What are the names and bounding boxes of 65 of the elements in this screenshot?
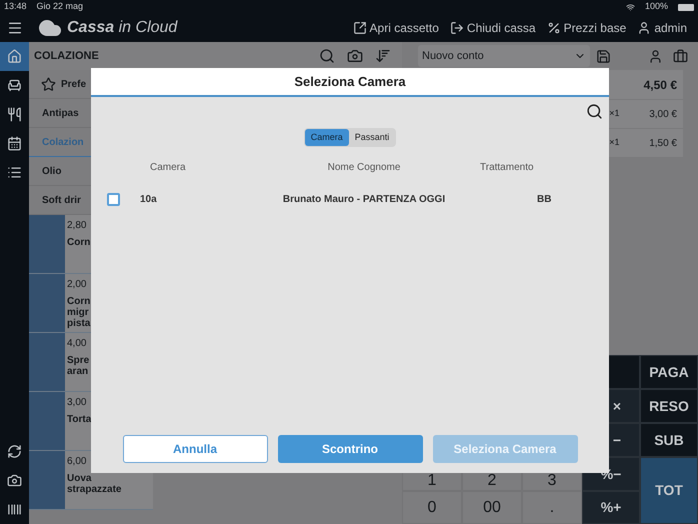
external-link-icon: [352, 21, 367, 35]
refresh-icon: [7, 444, 22, 459]
keypad-operator[interactable]: %+: [582, 491, 640, 524]
menu-icon[interactable]: [7, 20, 23, 36]
keypad-digit[interactable]: .: [522, 491, 582, 524]
percent-icon: [546, 21, 561, 35]
keypad-digit[interactable]: 00: [462, 491, 522, 524]
keypad-action[interactable]: RESO: [640, 389, 698, 423]
keypad-action[interactable]: PAGA: [640, 355, 698, 389]
table-cell-text: Brunato Mauro - PARTENZA OGGI: [282, 192, 446, 206]
header-action[interactable]: Apri cassetto: [352, 19, 439, 37]
product-price: 4,00: [67, 337, 88, 351]
table-cell-text: 10a: [139, 192, 158, 206]
brand-name: Cassa in Cloud: [67, 18, 178, 38]
search-icon[interactable]: [586, 103, 603, 120]
sort-icon[interactable]: [375, 48, 391, 64]
column-header: Trattamento: [480, 160, 534, 174]
account-select[interactable]: Nuovo conto: [418, 45, 590, 67]
line-quantity: ×1: [609, 107, 620, 120]
product-name: Corn migr pista: [67, 296, 92, 329]
header-action[interactable]: Chiudi cassa: [450, 19, 536, 37]
line-amount: 1,50 €: [649, 136, 677, 150]
keypad-action[interactable]: TOT: [640, 457, 698, 524]
line-amount: 3,00 €: [649, 108, 677, 122]
product-price: 2,80: [67, 219, 88, 233]
table-cell-text: BB: [536, 192, 552, 206]
utensils-icon: [7, 107, 22, 122]
save-icon[interactable]: [596, 48, 611, 64]
checkbox[interactable]: [107, 192, 120, 206]
dialog-title: Seleziona Camera: [294, 72, 406, 91]
product-name: Uova strapazzate: [67, 473, 122, 495]
product-price: 3,00: [67, 396, 88, 410]
calendar-icon: [7, 136, 22, 151]
home-icon: [7, 49, 22, 64]
header-action[interactable]: Prezzi base: [546, 19, 626, 37]
product-price: 2,00: [67, 278, 88, 292]
segment-tab[interactable]: Passanti: [348, 129, 396, 146]
status-time: 13:48: [4, 0, 27, 14]
category-title: COLAZIONE: [34, 48, 100, 64]
segment-tab[interactable]: Camera: [304, 129, 349, 146]
column-header: Camera: [149, 160, 187, 174]
keypad-action[interactable]: SUB: [640, 423, 698, 457]
line-quantity: ×1: [609, 136, 620, 150]
wifi-icon: [626, 2, 635, 12]
dialog-button[interactable]: Annulla: [122, 435, 268, 463]
product-name: Corn: [67, 237, 92, 248]
user-icon: [637, 21, 652, 35]
camera-icon[interactable]: [347, 48, 363, 64]
camera-icon: [7, 473, 22, 488]
order-total: 4,50 €: [644, 76, 677, 94]
list-icon: [7, 165, 22, 180]
battery-icon: [678, 4, 694, 10]
product-name: Spre aran: [67, 355, 90, 377]
status-date: Gio 22 mag: [36, 0, 84, 14]
product-name: Torta: [67, 414, 92, 425]
dialog-button[interactable]: Scontrino: [278, 435, 422, 463]
barcode-icon: [7, 502, 22, 517]
briefcase-icon[interactable]: [673, 48, 688, 64]
exit-icon: [450, 21, 464, 35]
user-icon[interactable]: [648, 48, 663, 64]
column-header: Nome Cognome: [326, 160, 402, 174]
keypad-digit[interactable]: 0: [402, 491, 462, 524]
battery-level: 100%: [644, 0, 668, 14]
header-action[interactable]: admin: [637, 19, 687, 37]
product-price: 6,00: [67, 455, 88, 469]
